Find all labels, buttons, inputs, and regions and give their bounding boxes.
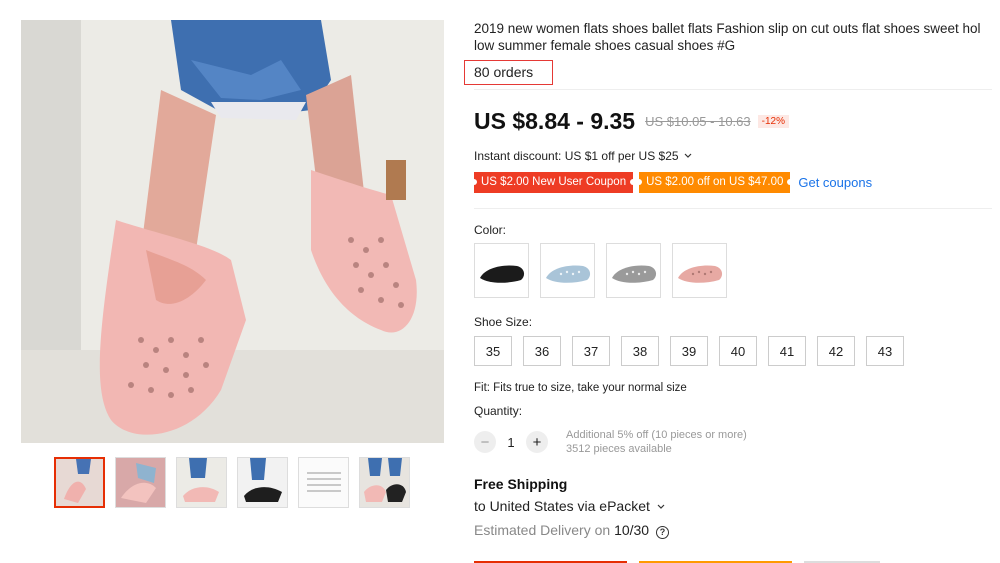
product-details: 2019 new women flats shoes ballet flats … [464, 20, 1000, 563]
new-user-coupon[interactable]: US $2.00 New User Coupon [470, 172, 637, 193]
divider [474, 208, 992, 209]
color-swatch-black[interactable] [474, 243, 529, 298]
quantity-increase-button[interactable]: + [526, 431, 548, 453]
original-price: US $10.05 - 10.63 [645, 114, 751, 129]
quantity-label: Quantity: [474, 404, 523, 418]
thumbnail-5[interactable] [298, 457, 349, 508]
color-swatch-light-blue[interactable] [540, 243, 595, 298]
size-option[interactable]: 36 [523, 336, 561, 366]
stock-available: 3512 pieces available [566, 443, 672, 455]
quantity-stepper: − 1 + Additional 5% off (10 pieces or mo… [474, 428, 747, 456]
quantity-decrease-button[interactable]: − [474, 431, 496, 453]
quantity-value[interactable]: 1 [496, 435, 526, 450]
chevron-down-icon [657, 504, 665, 509]
shipping-destination-text: to United States via ePacket [474, 498, 650, 514]
size-option[interactable]: 43 [866, 336, 904, 366]
estimated-delivery-label: Estimated Delivery on [474, 522, 611, 538]
product-title: 2019 new women flats shoes ballet flats … [474, 21, 981, 53]
current-price: US $8.84 - 9.35 [474, 108, 636, 134]
discount-badge: -12% [757, 115, 789, 128]
thumbnail-4[interactable] [237, 457, 288, 508]
grey-shoe-image [611, 265, 656, 283]
size-option[interactable]: 38 [621, 336, 659, 366]
estimated-delivery: Estimated Delivery on 10/30 ? [474, 522, 669, 539]
estimated-delivery-date: 10/30 [614, 522, 650, 538]
thumbnail-5-image [299, 458, 348, 507]
fit-note: Fit: Fits true to size, take your normal… [474, 382, 687, 394]
size-option[interactable]: 35 [474, 336, 512, 366]
price-row: US $8.84 - 9.35 US $10.05 - 10.63 -12% [474, 108, 789, 135]
instant-discount[interactable]: Instant discount: US $1 off per US $25 [474, 149, 692, 163]
divider [474, 89, 992, 90]
size-option[interactable]: 37 [572, 336, 610, 366]
chevron-down-icon [684, 153, 692, 158]
thumbnail-strip [54, 457, 410, 508]
thumbnail-3-image [177, 458, 226, 507]
main-shoe-photo [21, 20, 444, 443]
thumbnail-4-image [238, 458, 287, 507]
color-label: Color: [474, 223, 507, 237]
thumbnail-2[interactable] [115, 457, 166, 508]
top-strip [0, 0, 1000, 10]
thumbnail-6[interactable] [359, 457, 410, 508]
bulk-discount-note: Additional 5% off (10 pieces or more) [566, 429, 747, 441]
size-option[interactable]: 39 [670, 336, 708, 366]
thumbnail-2-image [116, 458, 165, 507]
instant-discount-text: Instant discount: US $1 off per US $25 [474, 149, 679, 163]
quantity-notes: Additional 5% off (10 pieces or more) 35… [566, 428, 747, 456]
shipping-title: Free Shipping [474, 476, 568, 492]
size-options: 35 36 37 38 39 40 41 42 43 [474, 336, 904, 366]
shipping-destination[interactable]: to United States via ePacket [474, 498, 665, 514]
pink-shoe-image [677, 265, 722, 283]
color-swatch-grey[interactable] [606, 243, 661, 298]
thumbnail-1[interactable] [54, 457, 105, 508]
size-option[interactable]: 42 [817, 336, 855, 366]
thumbnail-6-image [360, 458, 409, 507]
coupon-row: US $2.00 New User Coupon US $2.00 off on… [470, 172, 872, 193]
blue-shoe-image [545, 265, 590, 283]
main-product-image[interactable] [21, 20, 444, 443]
color-options [474, 243, 727, 298]
size-option[interactable]: 40 [719, 336, 757, 366]
thumbnail-1-image [56, 459, 103, 506]
color-swatch-pink[interactable] [672, 243, 727, 298]
size-option[interactable]: 41 [768, 336, 806, 366]
thumbnail-3[interactable] [176, 457, 227, 508]
help-question-icon[interactable]: ? [656, 526, 669, 539]
orders-count: 80 orders [464, 60, 553, 85]
store-coupon[interactable]: US $2.00 off on US $47.00 [636, 172, 794, 193]
black-shoe-image [479, 265, 524, 283]
size-label: Shoe Size: [474, 315, 533, 329]
get-coupons-link[interactable]: Get coupons [798, 175, 872, 190]
